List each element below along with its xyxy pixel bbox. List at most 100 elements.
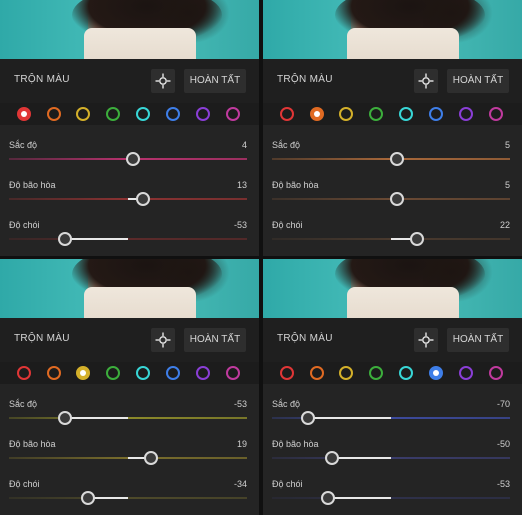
swatch-purple[interactable]	[196, 366, 210, 380]
slider-thumb[interactable]	[410, 232, 425, 246]
swatch-magenta[interactable]	[226, 107, 240, 121]
slider-value: 5	[504, 140, 510, 150]
slider-thumb[interactable]	[136, 192, 151, 206]
swatch-red[interactable]	[280, 366, 294, 380]
slider-value: -70	[496, 399, 510, 409]
swatch-purple[interactable]	[459, 107, 473, 121]
swatch-red[interactable]	[17, 107, 31, 121]
color-swatch-row	[0, 362, 259, 384]
slider-row: Độ chói 22	[263, 211, 522, 251]
swatch-aqua[interactable]	[136, 366, 150, 380]
slider-label: Sắc độ	[272, 399, 301, 409]
swatch-orange[interactable]	[310, 366, 324, 380]
panel-title: TRỘN MÀU	[14, 74, 70, 85]
swatch-green[interactable]	[369, 107, 383, 121]
done-button[interactable]: HOÀN TẤT	[184, 69, 246, 93]
slider-track[interactable]	[9, 232, 247, 246]
done-button[interactable]: HOÀN TẤT	[447, 69, 509, 93]
slider-track[interactable]	[9, 411, 247, 425]
slider-label: Độ chói	[272, 479, 303, 489]
slider-thumb[interactable]	[80, 491, 95, 505]
swatch-orange[interactable]	[47, 107, 61, 121]
slider-label: Độ bão hòa	[272, 439, 319, 449]
swatch-purple[interactable]	[459, 366, 473, 380]
slider-group: Sắc độ -70 Độ bão hòa -50 Độ chói -53	[263, 384, 522, 515]
color-mix-panel-blue: TRỘN MÀU HOÀN TẤT Sắc độ -70 Độ bão hòa -50 Độ…	[263, 259, 522, 515]
swatch-aqua[interactable]	[136, 107, 150, 121]
slider-row: Độ chói -53	[263, 470, 522, 510]
mix-toolbar: TRỘN MÀU HOÀN TẤT	[263, 59, 522, 103]
swatch-green[interactable]	[106, 107, 120, 121]
target-adjust-icon	[418, 73, 434, 89]
slider-track[interactable]	[272, 232, 510, 246]
swatch-purple[interactable]	[196, 107, 210, 121]
slider-row: Độ chói -34	[0, 470, 259, 510]
swatch-blue[interactable]	[166, 107, 180, 121]
slider-group: Sắc độ 5 Độ bão hòa 5 Độ chói 22	[263, 125, 522, 256]
target-adjust-button[interactable]	[151, 328, 175, 352]
swatch-yellow[interactable]	[339, 107, 353, 121]
mix-toolbar: TRỘN MÀU HOÀN TẤT	[0, 318, 259, 362]
done-button[interactable]: HOÀN TẤT	[184, 328, 246, 352]
swatch-orange[interactable]	[47, 366, 61, 380]
swatch-orange[interactable]	[310, 107, 324, 121]
panel-title: TRỘN MÀU	[14, 333, 70, 344]
target-adjust-button[interactable]	[414, 328, 438, 352]
slider-label: Độ chói	[9, 479, 40, 489]
slider-group: Sắc độ -53 Độ bão hòa 19 Độ chói -34	[0, 384, 259, 515]
swatch-red[interactable]	[17, 366, 31, 380]
slider-track[interactable]	[9, 192, 247, 206]
swatch-aqua[interactable]	[399, 366, 413, 380]
slider-track[interactable]	[272, 491, 510, 505]
target-adjust-icon	[418, 332, 434, 348]
target-adjust-button[interactable]	[151, 69, 175, 93]
slider-track[interactable]	[272, 451, 510, 465]
slider-thumb[interactable]	[57, 232, 72, 246]
slider-track[interactable]	[272, 192, 510, 206]
photo-dress	[84, 287, 196, 318]
target-adjust-button[interactable]	[414, 69, 438, 93]
slider-thumb[interactable]	[389, 152, 404, 166]
slider-thumb[interactable]	[143, 451, 158, 465]
slider-track[interactable]	[9, 152, 247, 166]
slider-thumb[interactable]	[300, 411, 315, 425]
swatch-red[interactable]	[280, 107, 294, 121]
slider-row: Độ chói -53	[0, 211, 259, 251]
slider-thumb[interactable]	[320, 491, 335, 505]
slider-track[interactable]	[9, 491, 247, 505]
selected-dot	[314, 111, 320, 117]
slider-track[interactable]	[272, 411, 510, 425]
color-swatch-row	[0, 103, 259, 125]
swatch-green[interactable]	[369, 366, 383, 380]
swatch-blue[interactable]	[166, 366, 180, 380]
target-adjust-icon	[155, 332, 171, 348]
photo-preview	[263, 0, 522, 59]
swatch-blue[interactable]	[429, 107, 443, 121]
swatch-yellow[interactable]	[339, 366, 353, 380]
slider-thumb[interactable]	[324, 451, 339, 465]
swatch-yellow[interactable]	[76, 107, 90, 121]
target-adjust-icon	[155, 73, 171, 89]
slider-label: Sắc độ	[9, 140, 38, 150]
slider-label: Độ chói	[9, 220, 40, 230]
slider-thumb[interactable]	[125, 152, 140, 166]
slider-thumb[interactable]	[57, 411, 72, 425]
slider-track[interactable]	[9, 451, 247, 465]
photo-preview	[263, 259, 522, 318]
slider-track[interactable]	[272, 152, 510, 166]
swatch-aqua[interactable]	[399, 107, 413, 121]
done-button[interactable]: HOÀN TẤT	[447, 328, 509, 352]
swatch-magenta[interactable]	[489, 107, 503, 121]
slider-label: Độ bão hòa	[272, 180, 319, 190]
slider-label: Độ bão hòa	[9, 180, 56, 190]
mix-toolbar: TRỘN MÀU HOÀN TẤT	[263, 318, 522, 362]
slider-value: 22	[499, 220, 510, 230]
slider-thumb[interactable]	[389, 192, 404, 206]
swatch-magenta[interactable]	[226, 366, 240, 380]
swatch-blue[interactable]	[429, 366, 443, 380]
swatch-yellow[interactable]	[76, 366, 90, 380]
swatch-green[interactable]	[106, 366, 120, 380]
swatch-magenta[interactable]	[489, 366, 503, 380]
slider-label: Độ bão hòa	[9, 439, 56, 449]
selected-dot	[433, 370, 439, 376]
